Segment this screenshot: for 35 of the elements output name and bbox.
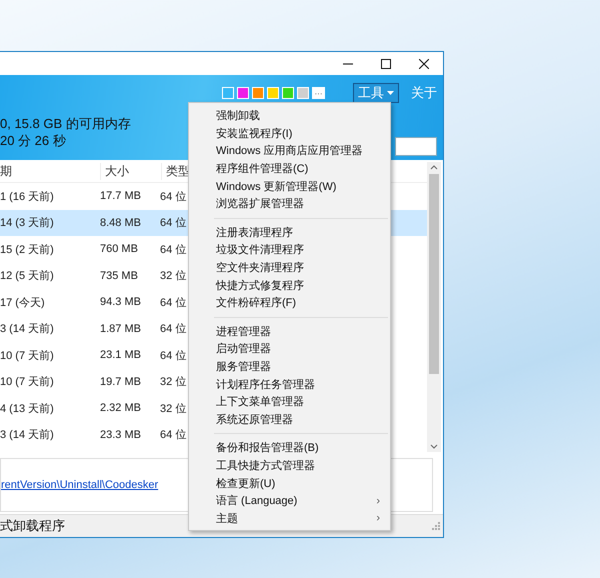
- date-cell-text: 17 (今天): [0, 296, 46, 310]
- date-cell-text: 15 (2 天前): [0, 242, 55, 257]
- type-cell-text: 64 位: [160, 348, 188, 363]
- size-cell-text: 1.87 MB: [100, 322, 142, 335]
- size-cell-text: 735 MB: [100, 270, 139, 282]
- type-cell-text: 32 位: [160, 402, 188, 416]
- type-cell-text: 32 位: [160, 269, 188, 284]
- date-cell-text: 12 (5 天前): [0, 269, 55, 284]
- date-cell-text: 4 (13 天前): [0, 402, 55, 416]
- info-text: 0, 15.8 GB 的可用内存: [0, 115, 131, 132]
- type-cell-text: 64 位: [160, 428, 188, 442]
- date-cell-text: 3 (14 天前): [0, 428, 55, 442]
- type-cell-text: 64 位: [160, 216, 188, 230]
- date-cell-text: 14 (3 天前): [0, 216, 55, 230]
- date-cell-text: 1 (16 天前): [0, 190, 55, 204]
- status-text: 式卸载程序: [0, 517, 65, 535]
- info-text: 20 分 26 秒: [0, 132, 67, 149]
- size-cell-text: 17.7 MB: [100, 190, 142, 202]
- date-cell-text: 10 (7 天前): [0, 375, 55, 390]
- size-cell-text: 94.3 MB: [100, 296, 142, 308]
- size-cell-text: 8.48 MB: [100, 216, 142, 229]
- date-cell-text: 10 (7 天前): [0, 348, 55, 363]
- type-cell-text: 64 位: [160, 296, 188, 310]
- type-cell-text: 64 位: [160, 322, 188, 336]
- type-cell-text: 64 位: [160, 242, 188, 257]
- type-cell-text: 32 位: [160, 375, 188, 390]
- size-cell-text: 19.7 MB: [100, 376, 142, 388]
- date-cell-text: 3 (14 天前): [0, 322, 55, 336]
- size-cell-text: 760 MB: [100, 243, 139, 256]
- size-cell-text: 2.32 MB: [100, 402, 142, 414]
- type-cell-text: 64 位: [160, 190, 188, 204]
- submenu-arrow: ›: [376, 512, 380, 524]
- size-cell-text: 23.1 MB: [100, 349, 142, 362]
- size-cell-text: 23.3 MB: [100, 428, 142, 441]
- submenu-arrow: ›: [376, 494, 380, 507]
